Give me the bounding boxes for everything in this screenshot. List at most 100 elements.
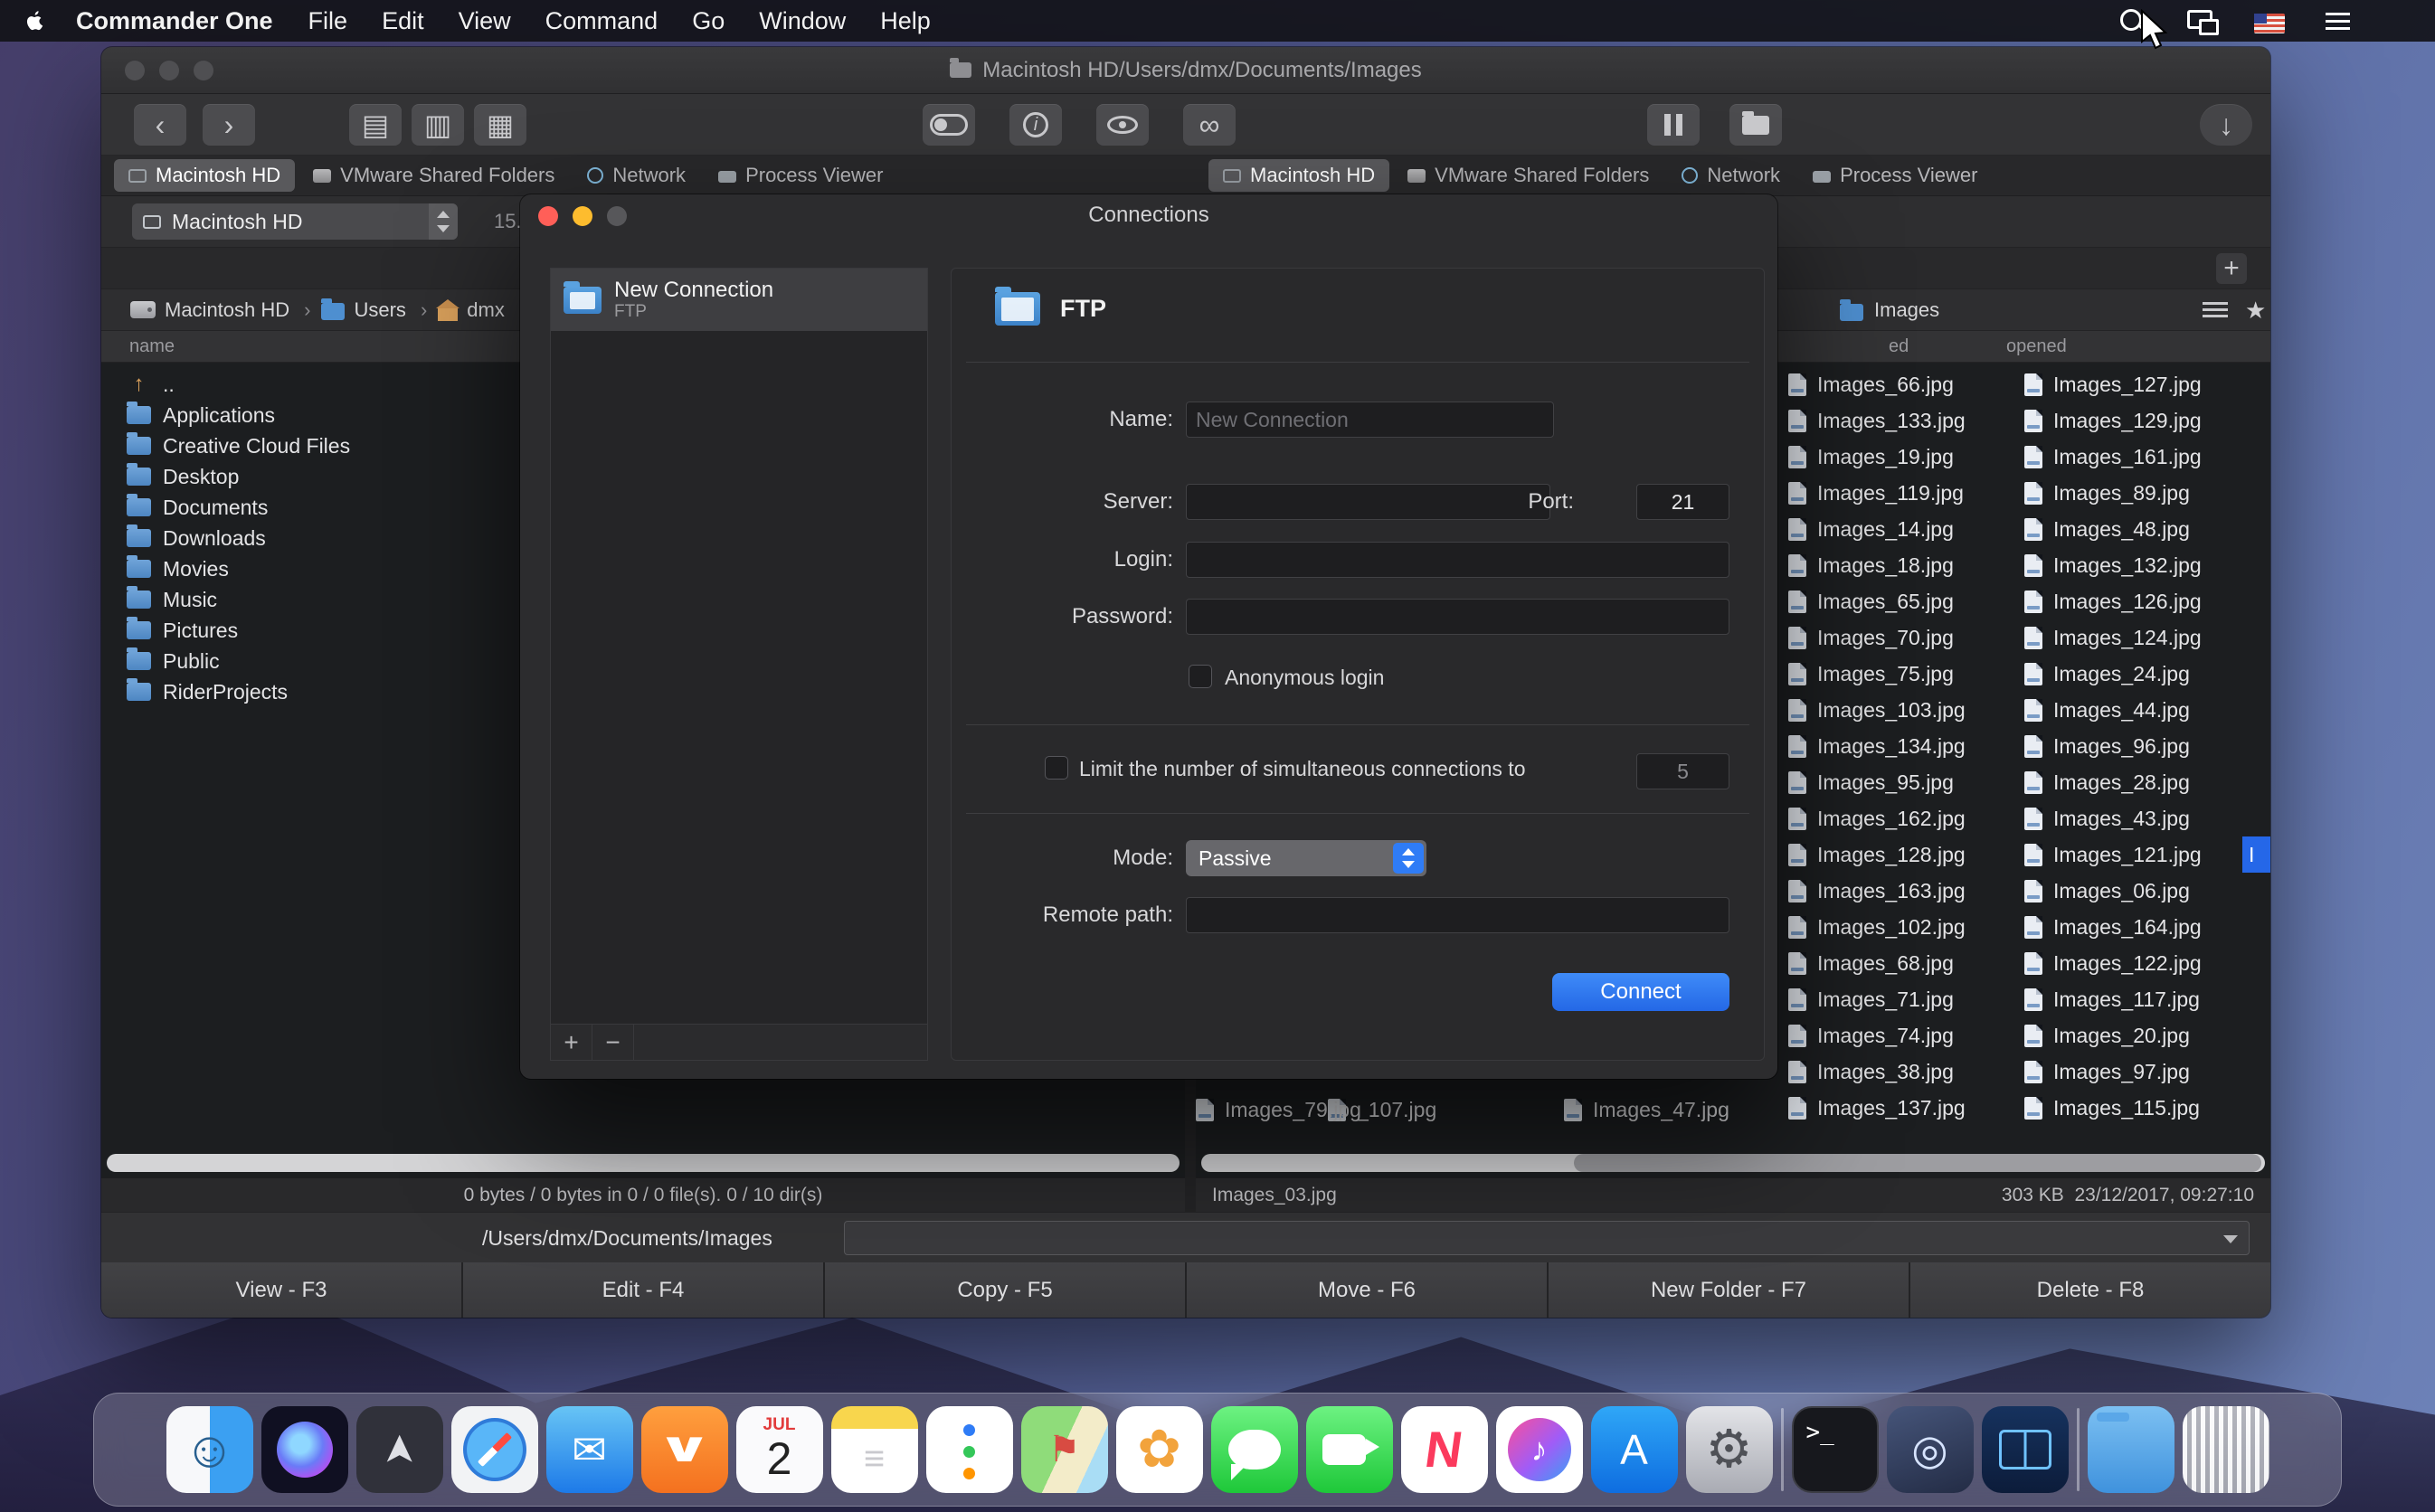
file-row[interactable]: Images_70.jpg <box>1788 619 2014 656</box>
file-row[interactable]: Images_97.jpg <box>2024 1054 2267 1090</box>
zoom-button[interactable] <box>194 61 213 80</box>
dock-news[interactable]: N <box>1401 1406 1488 1493</box>
view-full[interactable]: ▤ <box>349 104 402 146</box>
connection-list-item[interactable]: New Connection FTP <box>551 269 927 331</box>
file-row[interactable]: Images_79.jpg <box>1196 1091 1361 1128</box>
file-row[interactable]: Images_89.jpg <box>2024 475 2267 511</box>
close-button[interactable] <box>125 61 145 80</box>
dock-notes[interactable]: ≡ <box>831 1406 918 1493</box>
connections-sidebar[interactable]: New Connection FTP + − <box>550 268 928 1061</box>
breadcrumb-item[interactable]: Images <box>1840 289 1939 331</box>
favorites-star-icon[interactable]: ★ <box>2245 289 2266 331</box>
file-row[interactable]: Images_117.jpg <box>2024 981 2267 1017</box>
column-header[interactable]: opened <box>2006 331 2067 363</box>
view-thumbs[interactable]: ▦ <box>474 104 526 146</box>
window-title-bar[interactable]: Macintosh HD/Users/dmx/Documents/Images <box>101 47 2270 94</box>
back[interactable]: ‹ <box>134 104 186 146</box>
file-row[interactable]: Images_124.jpg <box>2024 619 2267 656</box>
breadcrumb-item[interactable]: dmx <box>438 298 519 322</box>
menu-list-icon[interactable] <box>2323 5 2354 36</box>
file-row[interactable]: Images_44.jpg <box>2024 692 2267 728</box>
file-row[interactable]: Images_164.jpg <box>2024 909 2267 945</box>
function-key-button[interactable]: Edit - F4 <box>463 1262 825 1318</box>
tab[interactable]: Network <box>573 159 700 192</box>
drive-selector[interactable]: Macintosh HD <box>132 203 458 240</box>
function-key-button[interactable]: New Folder - F7 <box>1549 1262 1910 1318</box>
dock-mail[interactable]: ✉ <box>546 1406 633 1493</box>
scrollbar-thumb[interactable] <box>1574 1154 2261 1172</box>
file-row[interactable]: Images_121.jpg <box>2024 836 2267 873</box>
dock-reminders[interactable] <box>926 1406 1013 1493</box>
file-row[interactable]: Images_162.jpg <box>1788 800 2014 836</box>
file-row[interactable]: Images_119.jpg <box>1788 475 2014 511</box>
remove-connection-button[interactable]: − <box>592 1025 634 1060</box>
menu-item[interactable]: File <box>291 7 365 35</box>
file-row[interactable]: Images_68.jpg <box>1788 945 2014 981</box>
view-brief[interactable]: ▥ <box>412 104 464 146</box>
tab[interactable]: Macintosh HD <box>1208 159 1389 192</box>
menu-item[interactable]: Command <box>528 7 676 35</box>
function-key-button[interactable]: View - F3 <box>101 1262 463 1318</box>
compare-folders[interactable] <box>1729 104 1782 146</box>
dock-system-preferences[interactable]: ⚙ <box>1686 1406 1773 1493</box>
dock-facetime[interactable] <box>1306 1406 1393 1493</box>
file-row[interactable]: Images_96.jpg <box>2024 728 2267 764</box>
tab[interactable]: VMware Shared Folders <box>298 159 569 192</box>
dock-photos[interactable]: ✿ <box>1116 1406 1203 1493</box>
menu-item[interactable]: Window <box>742 7 863 35</box>
file-row[interactable]: Images_43.jpg <box>2024 800 2267 836</box>
view-options-icon[interactable] <box>2203 302 2228 319</box>
pause[interactable] <box>1647 104 1700 146</box>
password-field[interactable] <box>1186 599 1729 635</box>
file-row[interactable]: Images_18.jpg <box>1788 547 2014 583</box>
dock-separator[interactable] <box>2077 1408 2080 1491</box>
menu-item[interactable]: Go <box>675 7 742 35</box>
file-row[interactable]: Images_128.jpg <box>1788 836 2014 873</box>
dock-safari[interactable] <box>451 1406 538 1493</box>
limit-connections-field[interactable] <box>1636 753 1729 789</box>
file-row[interactable]: Images_163.jpg <box>1788 873 2014 909</box>
file-row[interactable]: Images_133.jpg <box>1788 402 2014 439</box>
file-row[interactable]: Images_102.jpg <box>1788 909 2014 945</box>
file-row[interactable]: Images_71.jpg <box>1788 981 2014 1017</box>
dock-downloads-folder[interactable] <box>2088 1406 2174 1493</box>
minimize-button[interactable] <box>159 61 179 80</box>
tab[interactable]: Process Viewer <box>1798 159 1992 192</box>
function-key-button[interactable]: Move - F6 <box>1187 1262 1549 1318</box>
file-row[interactable]: Images_134.jpg <box>1788 728 2014 764</box>
dock-calendar[interactable]: JUL 2 <box>736 1406 823 1493</box>
anonymous-login-checkbox[interactable] <box>1189 665 1212 688</box>
tab[interactable]: Process Viewer <box>704 159 897 192</box>
dock-messages[interactable] <box>1211 1406 1298 1493</box>
add-connection-button[interactable]: + <box>551 1025 592 1060</box>
preview-eye[interactable] <box>1096 104 1149 146</box>
menu-item[interactable]: Edit <box>365 7 441 35</box>
download[interactable]: ↓ <box>2200 104 2252 146</box>
command-line-input[interactable] <box>844 1221 2250 1255</box>
dialog-title-bar[interactable]: Connections <box>520 194 1777 236</box>
file-row[interactable]: Images_95.jpg <box>1788 764 2014 800</box>
remote-path-field[interactable] <box>1186 897 1729 933</box>
file-row[interactable]: Images_19.jpg <box>1788 439 2014 475</box>
forward[interactable]: › <box>203 104 255 146</box>
apple-menu-icon[interactable] <box>24 8 51 34</box>
file-row[interactable]: Images_127.jpg <box>2024 366 2267 402</box>
file-row[interactable]: Images_06.jpg <box>2024 873 2267 909</box>
mode-dropdown[interactable]: Passive <box>1186 840 1426 876</box>
displays-icon[interactable] <box>2185 5 2216 36</box>
tab[interactable]: VMware Shared Folders <box>1393 159 1663 192</box>
right-horizontal-scrollbar[interactable] <box>1201 1154 2265 1172</box>
limit-connections-checkbox[interactable] <box>1045 756 1068 780</box>
file-row[interactable]: Images_132.jpg <box>2024 547 2267 583</box>
file-row[interactable]: Images_74.jpg <box>1788 1017 2014 1054</box>
dock-finder[interactable]: ☺ <box>166 1406 253 1493</box>
column-header[interactable]: ed <box>1889 331 1909 363</box>
file-row[interactable]: Images_75.jpg <box>1788 656 2014 692</box>
function-key-button[interactable]: Copy - F5 <box>825 1262 1187 1318</box>
file-row[interactable]: Images_126.jpg <box>2024 583 2267 619</box>
dock-books[interactable]: ∨ <box>641 1406 728 1493</box>
menu-item[interactable]: View <box>441 7 528 35</box>
file-row[interactable]: Images_20.jpg <box>2024 1017 2267 1054</box>
dock-separator[interactable] <box>1781 1408 1784 1491</box>
dock-itunes[interactable]: ♪ <box>1496 1406 1583 1493</box>
